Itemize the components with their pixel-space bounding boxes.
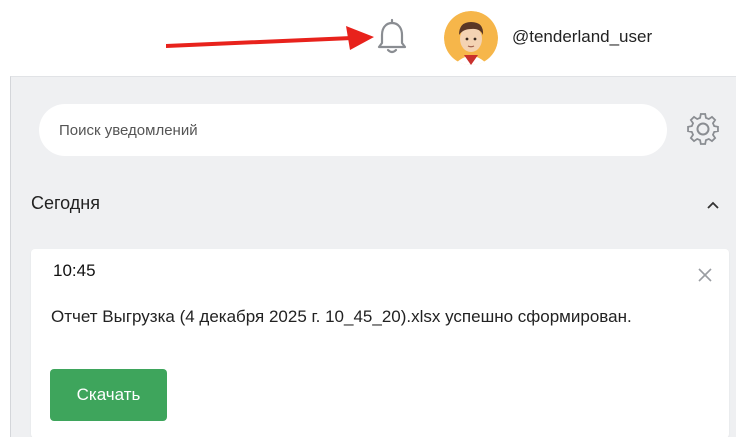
bell-icon[interactable] <box>375 18 409 56</box>
gear-icon[interactable] <box>686 112 720 146</box>
pointer-arrow <box>166 26 374 50</box>
avatar[interactable] <box>444 11 498 65</box>
notification-card: 10:45 Отчет Выгрузка (4 декабря 2025 г. … <box>31 249 729 437</box>
notification-time: 10:45 <box>53 261 96 280</box>
search-input[interactable] <box>39 104 667 156</box>
close-icon[interactable] <box>697 267 713 283</box>
notifications-panel: Сегодня 10:45 Отчет Выгрузка (4 декабря … <box>10 76 736 437</box>
download-button[interactable]: Скачать <box>50 369 167 421</box>
notification-message: Отчет Выгрузка (4 декабря 2025 г. 10_45_… <box>51 307 632 326</box>
section-title: Сегодня <box>31 193 100 213</box>
username[interactable]: @tenderland_user <box>512 27 652 47</box>
chevron-up-icon[interactable] <box>705 197 721 213</box>
